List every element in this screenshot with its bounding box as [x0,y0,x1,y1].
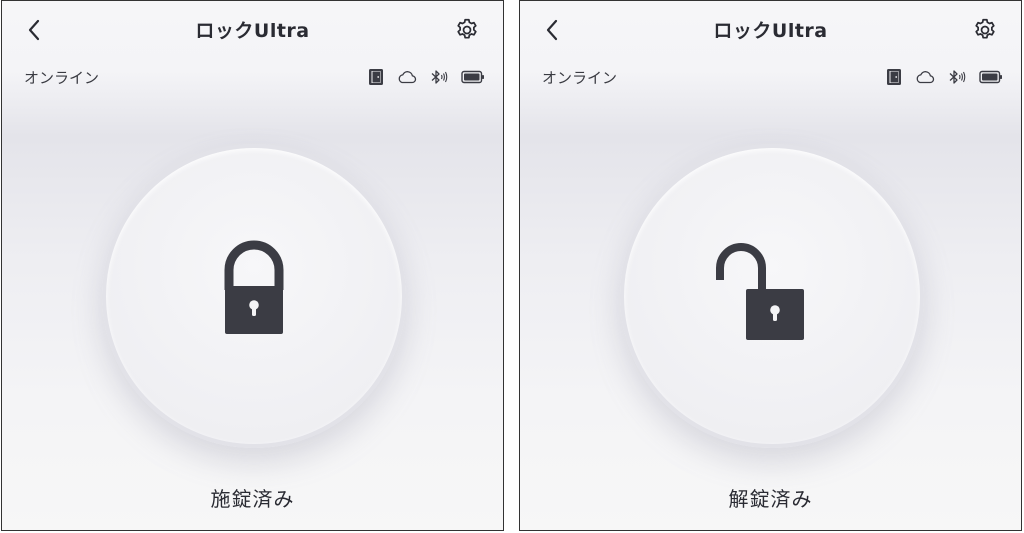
lock-toggle-button[interactable] [620,144,924,448]
lock-toggle-button[interactable] [102,144,406,448]
door-icon [368,68,384,86]
cloud-icon [397,70,417,84]
gear-icon [975,18,995,39]
page-title: ロックUltra [713,20,828,42]
connection-status: オンライン [24,69,100,87]
cloud-icon [915,70,935,84]
door-icon [886,68,902,86]
lock-open-icon [716,243,804,340]
bluetooth-icon [430,69,448,85]
back-button[interactable] [20,15,48,45]
app-screen-unlocked: ロックUltra オンライン 解錠済み [519,0,1022,531]
battery-icon [979,70,1003,84]
battery-icon [461,70,485,84]
back-button[interactable] [538,15,566,45]
top-bar: ロックUltra [520,1,1021,59]
chevron-left-icon [28,19,40,41]
lock-state-label: 解錠済み [728,487,813,511]
settings-button[interactable] [969,14,1001,46]
lock-closed-icon [224,240,284,334]
comparison-stage: ロックUltra オンライン 施錠済み ロックUltra オンライン 解錠済み [0,0,1024,533]
settings-button[interactable] [451,14,483,46]
status-icons [886,65,1003,89]
chevron-left-icon [546,19,558,41]
page-title: ロックUltra [195,20,310,42]
top-bar: ロックUltra [2,1,503,59]
gear-icon [457,18,477,39]
connection-status: オンライン [542,69,618,87]
lock-state-label: 施錠済み [210,487,295,511]
status-row: オンライン [2,63,503,91]
status-row: オンライン [520,63,1021,91]
bluetooth-icon [948,69,966,85]
status-icons [368,65,485,89]
app-screen-locked: ロックUltra オンライン 施錠済み [1,0,504,531]
